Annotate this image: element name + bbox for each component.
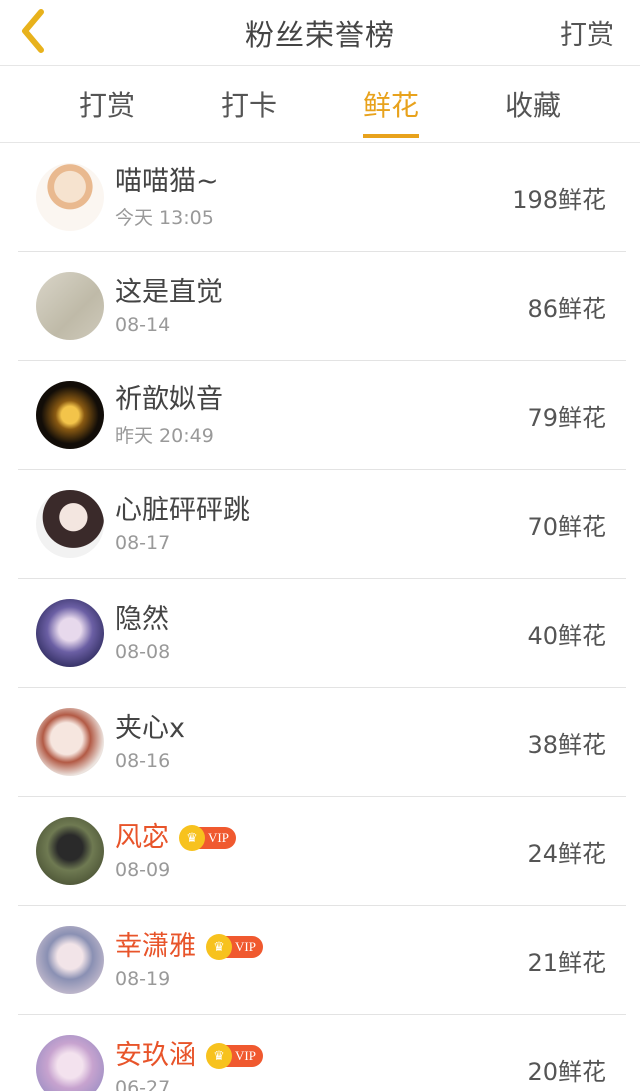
back-button[interactable] xyxy=(14,6,54,56)
flower-count: 38鲜花 xyxy=(527,730,606,759)
tab-flowers[interactable]: 鲜花 xyxy=(320,66,462,142)
flower-count: 21鲜花 xyxy=(527,948,606,977)
list-item[interactable]: 喵喵猫~ 今天 13:05 198鲜花 xyxy=(18,143,626,252)
crown-icon: ♛ xyxy=(179,825,205,851)
tab-bar: 打赏 打卡 鲜花 收藏 xyxy=(0,66,640,143)
avatar[interactable] xyxy=(36,490,104,558)
page-title: 粉丝荣誉榜 xyxy=(244,17,395,52)
avatar[interactable] xyxy=(36,708,104,776)
flower-count: 198鲜花 xyxy=(512,185,606,214)
chevron-left-icon xyxy=(22,9,44,53)
list-item[interactable]: 幸潇雅 ♛ VIP 08-19 21鲜花 xyxy=(18,906,626,1015)
user-name: 这是直觉 xyxy=(115,277,223,308)
vip-badge: ♛ VIP xyxy=(206,934,263,960)
list-item[interactable]: 心脏砰砰跳 08-17 70鲜花 xyxy=(18,470,626,579)
user-name: 隐然 xyxy=(115,604,169,635)
user-name: 幸潇雅 xyxy=(115,931,196,962)
tab-reward[interactable]: 打赏 xyxy=(36,66,178,142)
top-bar: 粉丝荣誉榜 打赏 xyxy=(0,0,640,66)
avatar[interactable] xyxy=(36,1035,104,1091)
flower-count: 70鲜花 xyxy=(527,512,606,541)
avatar[interactable] xyxy=(36,272,104,340)
flower-count: 79鲜花 xyxy=(527,403,606,432)
list-item[interactable]: 隐然 08-08 40鲜花 xyxy=(18,579,626,688)
avatar[interactable] xyxy=(36,817,104,885)
user-name: 安玖涵 xyxy=(115,1040,196,1071)
flower-count: 86鲜花 xyxy=(527,294,606,323)
list-item[interactable]: 夹心x 08-16 38鲜花 xyxy=(18,688,626,797)
avatar[interactable] xyxy=(36,599,104,667)
vip-badge: ♛ VIP xyxy=(206,1043,263,1069)
user-name: 风宓 xyxy=(115,822,169,853)
list-item[interactable]: 祈歆姒音 昨天 20:49 79鲜花 xyxy=(18,361,626,470)
avatar[interactable] xyxy=(36,926,104,994)
list-item[interactable]: 安玖涵 ♛ VIP 06-27 20鲜花 xyxy=(18,1015,626,1091)
user-name: 夹心x xyxy=(115,713,185,744)
fan-list: 喵喵猫~ 今天 13:05 198鲜花 这是直觉 08-14 86鲜花 祈歆姒音… xyxy=(0,143,640,1091)
tab-checkin[interactable]: 打卡 xyxy=(178,66,320,142)
list-item[interactable]: 风宓 ♛ VIP 08-09 24鲜花 xyxy=(18,797,626,906)
tab-favorites[interactable]: 收藏 xyxy=(462,66,604,142)
avatar[interactable] xyxy=(36,381,104,449)
user-name: 祈歆姒音 xyxy=(115,383,223,415)
crown-icon: ♛ xyxy=(206,1043,232,1069)
avatar[interactable] xyxy=(36,163,104,231)
flower-count: 20鲜花 xyxy=(527,1057,606,1086)
user-name: 心脏砰砰跳 xyxy=(115,495,250,526)
flower-count: 40鲜花 xyxy=(527,621,606,650)
reward-button[interactable]: 打赏 xyxy=(560,13,614,52)
flower-count: 24鲜花 xyxy=(527,839,606,868)
user-name: 喵喵猫~ xyxy=(115,165,219,197)
crown-icon: ♛ xyxy=(206,934,232,960)
vip-badge: ♛ VIP xyxy=(179,825,236,851)
list-item[interactable]: 这是直觉 08-14 86鲜花 xyxy=(18,252,626,361)
